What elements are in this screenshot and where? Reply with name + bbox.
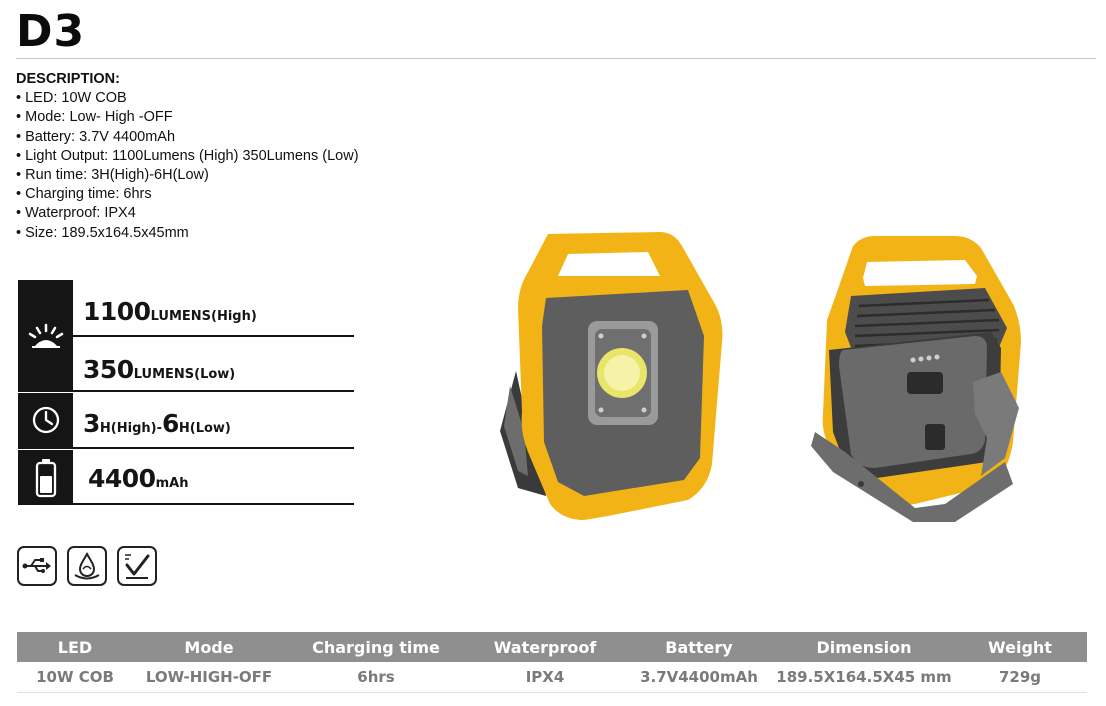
table-header-cell: Dimension (816, 637, 912, 657)
battery-value: 4400mAh (88, 464, 189, 493)
table-cell: 6hrs (357, 668, 395, 686)
description-item: Light Output: 1100Lumens (High) 350Lumen… (16, 147, 358, 166)
waterproof-icon (67, 546, 107, 586)
table-header-cell: Battery (665, 637, 733, 657)
table-cell: 10W COB (36, 668, 114, 686)
feature-icons (17, 546, 157, 586)
table-cell: 3.7V4400mAh (640, 668, 758, 686)
table-header-cell: Weight (988, 637, 1052, 657)
description-item: LED: 10W COB (16, 89, 359, 108)
description-item: Size: 189.5x164.5x45mm (16, 224, 359, 243)
description-heading: DESCRIPTION: (16, 71, 120, 87)
table-header: LED Mode Charging time Waterproof Batter… (17, 632, 1087, 662)
model-title: D3 (16, 6, 86, 57)
brightness-icon (18, 308, 73, 363)
table-header-cell: LED (57, 637, 93, 657)
spec-divider (18, 447, 354, 449)
battery-icon (18, 450, 73, 505)
description-item: Charging time: 6hrs (16, 185, 359, 204)
table-cell: 729g (998, 668, 1042, 686)
table-cell: 189.5X164.5X45 mm (776, 668, 952, 686)
description: DESCRIPTION: LED: 10W COB Mode: Low- Hig… (16, 70, 359, 243)
table-header-cell: Mode (184, 637, 234, 657)
table-header-cell: Waterproof (493, 637, 597, 657)
clock-icon (18, 393, 73, 447)
description-item: Mode: Low- High -OFF (16, 108, 359, 127)
table-cell: IPX4 (525, 668, 565, 686)
product-front-image (500, 232, 723, 520)
spec-panel: 1100LUMENS(High) 350LUMENS(Low) 3H(High)… (18, 280, 354, 505)
description-item: Waterproof: IPX4 (16, 204, 359, 223)
description-item: Battery: 3.7V 4400mAh (16, 128, 359, 147)
title-divider (16, 58, 1096, 59)
table-cell: LOW-HIGH-OFF (145, 668, 273, 686)
lumens-low-value: 350LUMENS(Low) (83, 355, 236, 384)
lumens-high-value: 1100LUMENS(High) (83, 297, 257, 326)
table-header-cell: Charging time (312, 637, 440, 657)
usb-icon (17, 546, 57, 586)
switch-icon (117, 546, 157, 586)
table-row: 10W COB LOW-HIGH-OFF 6hrs IPX4 3.7V4400m… (17, 662, 1087, 693)
product-rear-image (811, 236, 1021, 522)
spec-divider (18, 390, 354, 392)
spec-table: LED Mode Charging time Waterproof Batter… (17, 632, 1087, 693)
description-item: Run time: 3H(High)-6H(Low) (16, 166, 359, 185)
runtime-value: 3H(High)-6H(Low) (83, 409, 231, 438)
description-list: LED: 10W COB Mode: Low- High -OFF Batter… (16, 89, 359, 243)
